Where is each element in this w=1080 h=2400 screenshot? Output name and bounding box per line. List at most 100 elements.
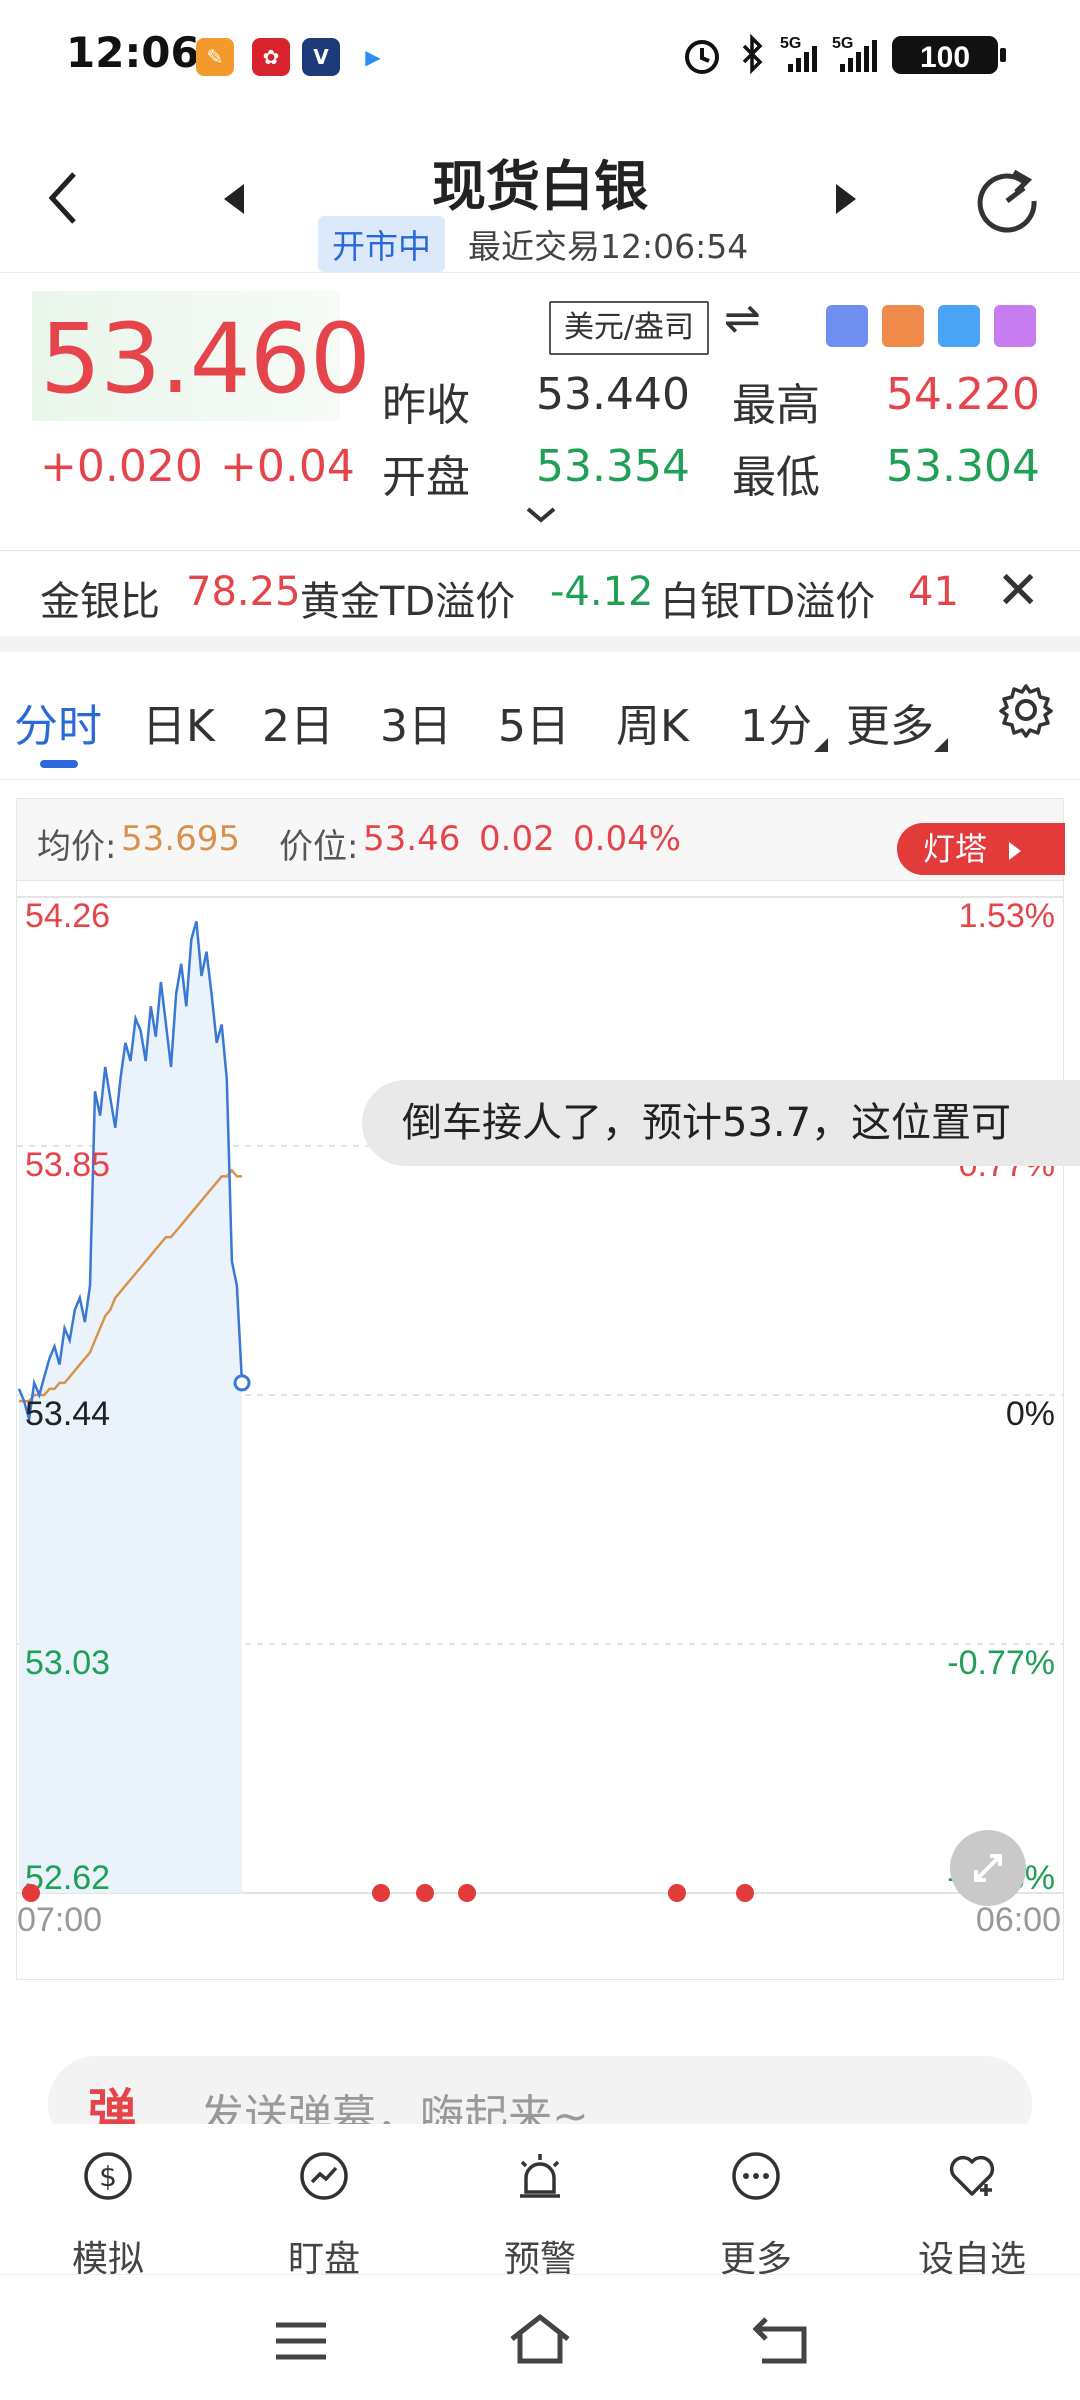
ticker-value: -4.12 <box>550 569 654 615</box>
dollar-exchange-icon: $ <box>84 2152 132 2200</box>
event-marker <box>736 1884 754 1902</box>
fullscreen-button[interactable] <box>950 1830 1026 1906</box>
play-arrow-icon <box>1009 842 1022 860</box>
y-tick-left: 54.26 <box>25 897 110 935</box>
low-value: 53.304 <box>886 441 1040 492</box>
app-notification-icon: ▶ <box>354 38 392 76</box>
tab-1min[interactable]: 1分 <box>740 690 812 754</box>
system-navigation-bar <box>0 2274 1080 2400</box>
tab-5day[interactable]: 5日 <box>498 690 570 754</box>
ticker-label: 白银TD溢价 <box>660 579 876 625</box>
open-label: 开盘 <box>382 452 470 503</box>
event-marker <box>22 1884 40 1902</box>
period-tabs: 分时 日K 2日 3日 5日 周K 1分 更多 <box>0 652 1080 780</box>
app-notification-icon: ✎ <box>196 38 234 76</box>
tab-intraday[interactable]: 分时 <box>14 690 102 754</box>
ticker-value: 78.25 <box>186 569 301 615</box>
y-tick-right: 0% <box>1006 1395 1055 1433</box>
svg-text:5G: 5G <box>832 35 853 52</box>
tab-more[interactable]: 更多 <box>846 690 934 754</box>
price-change: +0.020 <box>40 441 203 492</box>
dengta-label: 灯塔 <box>923 830 988 868</box>
refresh-icon[interactable] <box>972 166 1042 236</box>
prev-close-label: 昨收 <box>382 380 470 431</box>
close-icon[interactable]: ✕ <box>996 561 1040 621</box>
system-status-icons: 5G 5G 100 <box>685 33 1006 75</box>
latest-point <box>233 1374 251 1392</box>
svg-text:5G: 5G <box>780 35 801 52</box>
tab-3day[interactable]: 3日 <box>380 690 452 754</box>
cursor-change-pct: 0.04% <box>573 819 682 859</box>
ticker-value: 41 <box>908 569 959 615</box>
back-nav-icon[interactable] <box>752 2315 810 2365</box>
tab-2day[interactable]: 2日 <box>262 690 334 754</box>
x-tick-end: 06:00 <box>976 1901 1061 1939</box>
svg-text:$: $ <box>99 2160 117 2193</box>
price-plot[interactable]: 54.2653.8553.4453.0352.621.53%0.77%0%-0.… <box>17 881 1063 1981</box>
intraday-chart[interactable]: 均价: 53.695 价位: 53.46 0.02 0.04% 灯塔 54.26… <box>16 798 1065 1981</box>
tower-tool-icon[interactable] <box>882 305 924 347</box>
y-tick-left: 53.03 <box>25 1644 110 1682</box>
event-marker <box>372 1884 390 1902</box>
alarm-icon <box>685 40 719 74</box>
bottom-toolbar: $ 模拟 盯盘 预警 更多 设自选 <box>0 2124 1080 2280</box>
percent-tool-icon[interactable] <box>826 305 868 347</box>
dengta-button[interactable]: 灯塔 <box>897 823 1065 875</box>
alarm-light-icon <box>520 2154 560 2198</box>
trend-watch-icon <box>300 2152 348 2200</box>
y-tick-right: -0.77% <box>947 1644 1055 1682</box>
high-label: 最高 <box>732 380 820 431</box>
top-bar: 现货白银 开市中 最近交易12:06:54 <box>0 112 1080 272</box>
page-title: 现货白银 <box>432 155 648 218</box>
cursor-price-label: 价位: <box>279 827 359 867</box>
cursor-price-value: 53.46 <box>363 819 461 859</box>
market-status-badge: 开市中 <box>318 216 445 272</box>
chart-info-bar: 均价: 53.695 价位: 53.46 0.02 0.04% 灯塔 <box>17 799 1065 881</box>
x-tick-start: 07:00 <box>17 1901 102 1939</box>
current-price: 53.460 <box>40 303 371 415</box>
ticker-label: 黄金TD溢价 <box>300 579 516 625</box>
gear-icon[interactable] <box>996 680 1056 740</box>
unit-selector[interactable]: 美元/盎司 <box>549 301 709 355</box>
prev-close-value: 53.440 <box>536 369 690 420</box>
event-marker <box>458 1884 476 1902</box>
expand-quote-icon[interactable] <box>524 505 558 525</box>
y-tick-left: 53.85 <box>25 1146 110 1184</box>
y-tick-right: 1.53% <box>959 897 1055 935</box>
comment-bubble[interactable]: 倒车接人了，预计53.7，这位置可 <box>362 1080 1080 1166</box>
dropdown-corner-icon <box>814 738 828 752</box>
event-marker <box>668 1884 686 1902</box>
open-value: 53.354 <box>536 441 690 492</box>
active-tab-indicator <box>40 760 78 768</box>
clock: 12:06 <box>66 28 200 77</box>
next-instrument-icon[interactable] <box>834 182 858 216</box>
svg-text:100: 100 <box>920 41 970 74</box>
tab-daily-k[interactable]: 日K <box>142 690 215 754</box>
quote-panel: 53.460 +0.020 +0.04 美元/盎司 ⇌ 昨收 53.440 最高… <box>0 272 1080 548</box>
dropdown-corner-icon <box>934 738 948 752</box>
avg-price-label: 均价: <box>37 827 117 867</box>
avg-price-value: 53.695 <box>121 819 240 859</box>
ticker-label: 金银比 <box>40 579 160 625</box>
battery-icon: 100 <box>892 36 1006 74</box>
expand-icon <box>974 1854 1002 1882</box>
cursor-change: 0.02 <box>479 819 555 859</box>
app-notification-icon: V <box>302 38 340 76</box>
tab-weekly-k[interactable]: 周K <box>616 690 689 754</box>
high-value: 54.220 <box>886 369 1040 420</box>
ticker-strip: 金银比 78.25 黄金TD溢价 -4.12 白银TD溢价 41 ✕ <box>0 550 1080 636</box>
heart-add-icon <box>949 2155 995 2196</box>
last-trade-time: 最近交易12:06:54 <box>468 227 749 266</box>
home-icon[interactable] <box>508 2311 572 2367</box>
pie-tool-icon[interactable] <box>938 305 980 347</box>
menu-icon[interactable] <box>274 2319 328 2363</box>
swap-unit-icon[interactable]: ⇌ <box>724 293 761 344</box>
app-notification-icon: ✿ <box>252 38 290 76</box>
divider <box>0 636 1080 652</box>
bluetooth-icon <box>742 33 763 75</box>
status-bar: 12:06 ✎ ✿ V ▶ 5G 5G 100 <box>0 0 1080 112</box>
more-dots-icon <box>732 2152 780 2200</box>
low-label: 最低 <box>732 452 820 503</box>
compass-tool-icon[interactable] <box>994 305 1036 347</box>
event-marker <box>416 1884 434 1902</box>
